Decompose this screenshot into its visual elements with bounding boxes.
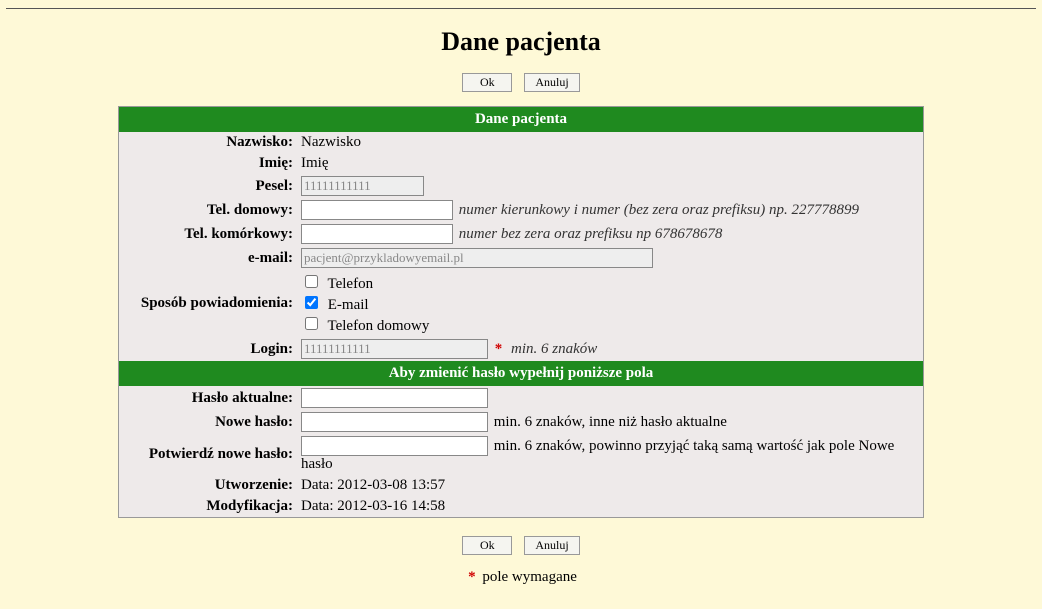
label-notify: Sposób powiadomienia:: [119, 270, 298, 337]
top-button-row: Ok Anuluj: [0, 73, 1042, 92]
label-lastname: Nazwisko:: [119, 132, 298, 153]
required-star-login: *: [492, 341, 506, 357]
required-star-footer: *: [465, 569, 479, 585]
notify-phone-row: Telefon: [301, 272, 919, 293]
patient-form-table: Dane pacjenta Nazwisko: Nazwisko Imię: I…: [118, 106, 924, 518]
notify-homephone-row: Telefon domowy: [301, 314, 919, 335]
cancel-button-bottom[interactable]: Anuluj: [524, 536, 579, 555]
hint-login: min. 6 znaków: [511, 341, 597, 357]
cancel-button-top[interactable]: Anuluj: [524, 73, 579, 92]
login-field: [301, 339, 488, 359]
notify-email-label: E-mail: [328, 297, 369, 313]
notify-homephone-label: Telefon domowy: [327, 318, 429, 334]
hint-newpw: min. 6 znaków, inne niż hasło aktualne: [494, 414, 727, 430]
label-email: e-mail:: [119, 246, 298, 270]
label-newpw: Nowe hasło:: [119, 410, 298, 434]
label-homephone: Tel. domowy:: [119, 198, 298, 222]
section-header-main: Dane pacjenta: [119, 107, 924, 133]
label-modified: Modyfikacja:: [119, 496, 298, 518]
top-divider: [6, 8, 1036, 9]
label-firstname: Imię:: [119, 153, 298, 174]
new-password-input[interactable]: [301, 412, 488, 432]
value-created: Data: 2012-03-08 13:57: [297, 475, 924, 496]
label-confirmpw: Potwierdź nowe hasło:: [119, 434, 298, 475]
notify-homephone-checkbox[interactable]: [305, 317, 318, 330]
pesel-field: [301, 176, 424, 196]
notify-phone-checkbox[interactable]: [305, 275, 318, 288]
notify-email-checkbox[interactable]: [305, 296, 318, 309]
mobilephone-input[interactable]: [301, 224, 453, 244]
hint-mobilephone: numer bez zera oraz prefiksu np 67867867…: [459, 226, 723, 242]
label-currentpw: Hasło aktualne:: [119, 386, 298, 410]
label-login: Login:: [119, 337, 298, 361]
label-created: Utworzenie:: [119, 475, 298, 496]
page-title: Dane pacjenta: [0, 27, 1042, 57]
notify-phone-label: Telefon: [327, 276, 373, 292]
value-lastname: Nazwisko: [297, 132, 924, 153]
label-mobilephone: Tel. komórkowy:: [119, 222, 298, 246]
required-note: * pole wymagane: [0, 569, 1042, 586]
notify-email-row: E-mail: [301, 293, 919, 314]
homephone-input[interactable]: [301, 200, 453, 220]
bottom-button-row: Ok Anuluj: [0, 536, 1042, 555]
section-header-password: Aby zmienić hasło wypełnij poniższe pola: [119, 361, 924, 386]
label-pesel: Pesel:: [119, 174, 298, 198]
value-modified: Data: 2012-03-16 14:58: [297, 496, 924, 518]
confirm-password-input[interactable]: [301, 436, 488, 456]
value-firstname: Imię: [297, 153, 924, 174]
email-field: [301, 248, 653, 268]
ok-button-bottom[interactable]: Ok: [462, 536, 512, 555]
required-note-text: pole wymagane: [482, 569, 577, 585]
ok-button-top[interactable]: Ok: [462, 73, 512, 92]
hint-homephone: numer kierunkowy i numer (bez zera oraz …: [459, 202, 859, 218]
current-password-input[interactable]: [301, 388, 488, 408]
